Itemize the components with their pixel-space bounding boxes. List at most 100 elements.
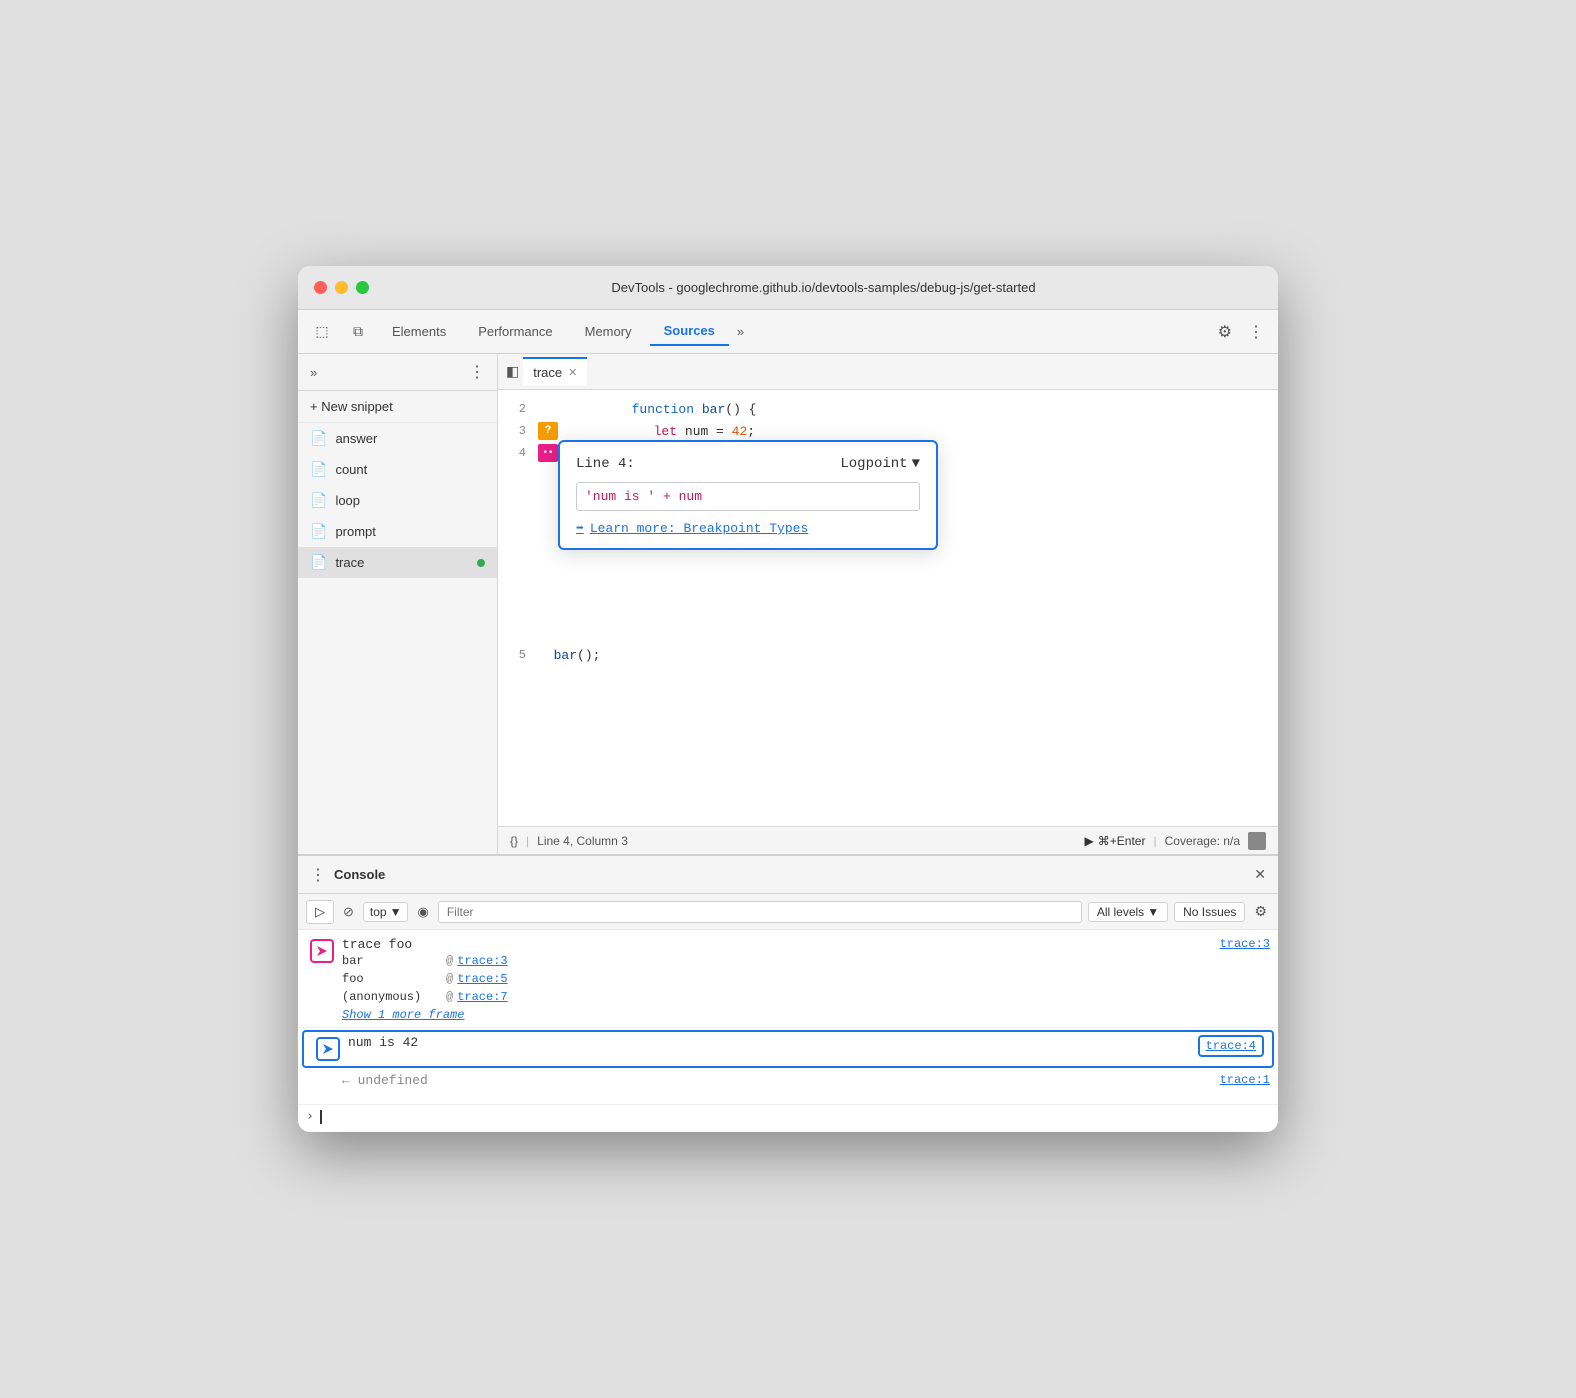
learn-more-link[interactable]: ➡ Learn more: Breakpoint Types	[576, 521, 920, 536]
snippet-item-loop[interactable]: 📄 loop	[298, 485, 497, 516]
console-close-icon[interactable]: ✕	[1254, 866, 1266, 883]
trace-entry-body: trace foo bar @ trace:3 foo @ trace:5 (a…	[338, 937, 1212, 1024]
play-icon: ▶	[1085, 834, 1094, 848]
line-number: 5	[498, 648, 538, 662]
separator: |	[526, 834, 529, 848]
levels-arrow-icon: ▼	[1147, 905, 1159, 919]
execute-script-button[interactable]: ▷	[306, 900, 334, 924]
coverage-icon[interactable]	[1248, 832, 1266, 850]
run-shortcut: ⌘+Enter	[1098, 834, 1146, 848]
stack-line-bar: bar @ trace:3	[342, 952, 1212, 970]
line-number: 4	[498, 446, 538, 460]
code-area[interactable]: 2 function bar() { 3 ? let num = 42; 4	[498, 390, 1278, 826]
filter-input[interactable]	[438, 901, 1082, 923]
console-gear-icon[interactable]: ⚙	[1251, 900, 1270, 923]
issues-button[interactable]: No Issues	[1174, 902, 1245, 922]
sidebar: » ⋮ + New snippet 📄 answer 📄 count 📄 lo	[298, 354, 498, 854]
show-more-link[interactable]: Show 1 more frame	[342, 1008, 464, 1022]
levels-dropdown[interactable]: All levels ▼	[1088, 902, 1168, 922]
new-snippet-label: + New snippet	[310, 399, 393, 414]
context-dropdown-icon: ▼	[390, 905, 402, 919]
file-icon: 📄	[310, 554, 327, 571]
dropdown-arrow-icon: ▼	[912, 456, 920, 472]
logpoint-type-dropdown[interactable]: Logpoint ▼	[840, 456, 920, 472]
return-icon-container	[306, 1073, 338, 1101]
snippet-name: prompt	[335, 524, 375, 539]
more-options-icon[interactable]: ⋮	[1242, 318, 1270, 346]
stack-link-anon[interactable]: trace:7	[457, 990, 507, 1004]
tab-close-icon[interactable]: ✕	[568, 366, 577, 379]
stack-link-foo[interactable]: trace:5	[457, 972, 507, 986]
maximize-button[interactable]	[356, 281, 369, 294]
issues-label: No Issues	[1183, 905, 1236, 919]
console-drag-icon[interactable]: ⋮	[310, 865, 326, 885]
snippet-name: count	[335, 462, 367, 477]
return-text: ← undefined	[342, 1073, 428, 1088]
console-entry-return: ← undefined trace:1	[298, 1070, 1278, 1105]
editor-tab-trace[interactable]: trace ✕	[523, 357, 587, 386]
run-button[interactable]: ▶ ⌘+Enter	[1085, 834, 1146, 848]
tab-memory[interactable]: Memory	[571, 318, 646, 345]
editor-tab-name: trace	[533, 365, 562, 380]
settings-icon[interactable]: ⚙	[1212, 318, 1238, 346]
device-icon[interactable]: ⧉	[342, 316, 374, 348]
snippet-item-answer[interactable]: 📄 answer	[298, 423, 497, 454]
return-source-link[interactable]: trace:1	[1212, 1073, 1270, 1087]
snippet-item-trace[interactable]: 📄 trace	[298, 547, 497, 578]
breakpoint-indicator	[477, 559, 485, 567]
main-area: » ⋮ + New snippet 📄 answer 📄 count 📄 lo	[298, 354, 1278, 854]
format-button[interactable]: {}	[510, 834, 518, 848]
stack-line-anon: (anonymous) @ trace:7	[342, 988, 1212, 1006]
breakpoint-badge-question[interactable]: ?	[538, 422, 558, 440]
tab-performance[interactable]: Performance	[464, 318, 566, 345]
snippet-item-prompt[interactable]: 📄 prompt	[298, 516, 497, 547]
tab-more[interactable]: »	[733, 320, 748, 343]
logpoint-badge-dots[interactable]: ••	[538, 444, 558, 462]
circle-arrow-icon: ➡	[576, 521, 584, 536]
levels-label: All levels	[1097, 905, 1144, 919]
editor-area: ◧ trace ✕ 2 function bar() { 3	[498, 354, 1278, 854]
inspect-icon[interactable]: ⬚	[306, 316, 338, 348]
devtools-window: DevTools - googlechrome.github.io/devtoo…	[298, 266, 1278, 1132]
stack-line-foo: foo @ trace:5	[342, 970, 1212, 988]
stack-link-bar[interactable]: trace:3	[457, 954, 507, 968]
logpoint-blue-icon[interactable]	[316, 1037, 340, 1061]
logpoint-type-label: Logpoint	[840, 456, 907, 472]
new-snippet-button[interactable]: + New snippet	[298, 391, 497, 423]
sidebar-toggle-icon[interactable]: ◧	[506, 363, 519, 380]
cursor-position: Line 4, Column 3	[537, 834, 1076, 848]
logpoint-pink-icon[interactable]	[310, 939, 334, 963]
block-icon[interactable]: ⊘	[340, 901, 357, 923]
stack-fn: foo	[342, 972, 442, 986]
file-icon: 📄	[310, 492, 327, 509]
code-content: bar();	[538, 648, 600, 663]
line-number: 2	[498, 402, 538, 416]
tab-sources[interactable]: Sources	[650, 317, 729, 346]
separator: |	[1153, 834, 1156, 848]
logpoint-expression-input[interactable]	[576, 482, 920, 511]
tab-bar: ⬚ ⧉ Elements Performance Memory Sources …	[298, 310, 1278, 354]
sidebar-collapse-icon[interactable]: »	[306, 361, 321, 384]
prompt-cursor[interactable]	[320, 1110, 322, 1124]
tab-elements[interactable]: Elements	[378, 318, 460, 345]
trace-icon-container	[306, 937, 338, 965]
minimize-button[interactable]	[335, 281, 348, 294]
console-entry-logpoint: num is 42 trace:4	[302, 1030, 1274, 1068]
snippet-item-count[interactable]: 📄 count	[298, 454, 497, 485]
show-more-container: Show 1 more frame	[342, 1006, 1212, 1024]
logpoint-source-link[interactable]: trace:4	[1198, 1035, 1264, 1057]
snippet-name: answer	[335, 431, 377, 446]
console-section: ⋮ Console ✕ ▷ ⊘ top ▼ ◉ All levels ▼ No …	[298, 854, 1278, 1132]
code-line-5: 5 bar();	[498, 644, 1278, 666]
close-button[interactable]	[314, 281, 327, 294]
snippet-list: 📄 answer 📄 count 📄 loop 📄 prompt 📄	[298, 423, 497, 854]
trace-source-link[interactable]: trace:3	[1212, 937, 1270, 951]
eye-icon[interactable]: ◉	[414, 901, 431, 923]
file-icon: 📄	[310, 461, 327, 478]
console-output: trace foo bar @ trace:3 foo @ trace:5 (a…	[298, 930, 1278, 1132]
context-value: top	[370, 905, 387, 919]
coverage-label: Coverage: n/a	[1165, 834, 1240, 848]
context-selector[interactable]: top ▼	[363, 902, 409, 922]
sidebar-options-icon[interactable]: ⋮	[465, 360, 489, 384]
snippet-name: trace	[335, 555, 364, 570]
